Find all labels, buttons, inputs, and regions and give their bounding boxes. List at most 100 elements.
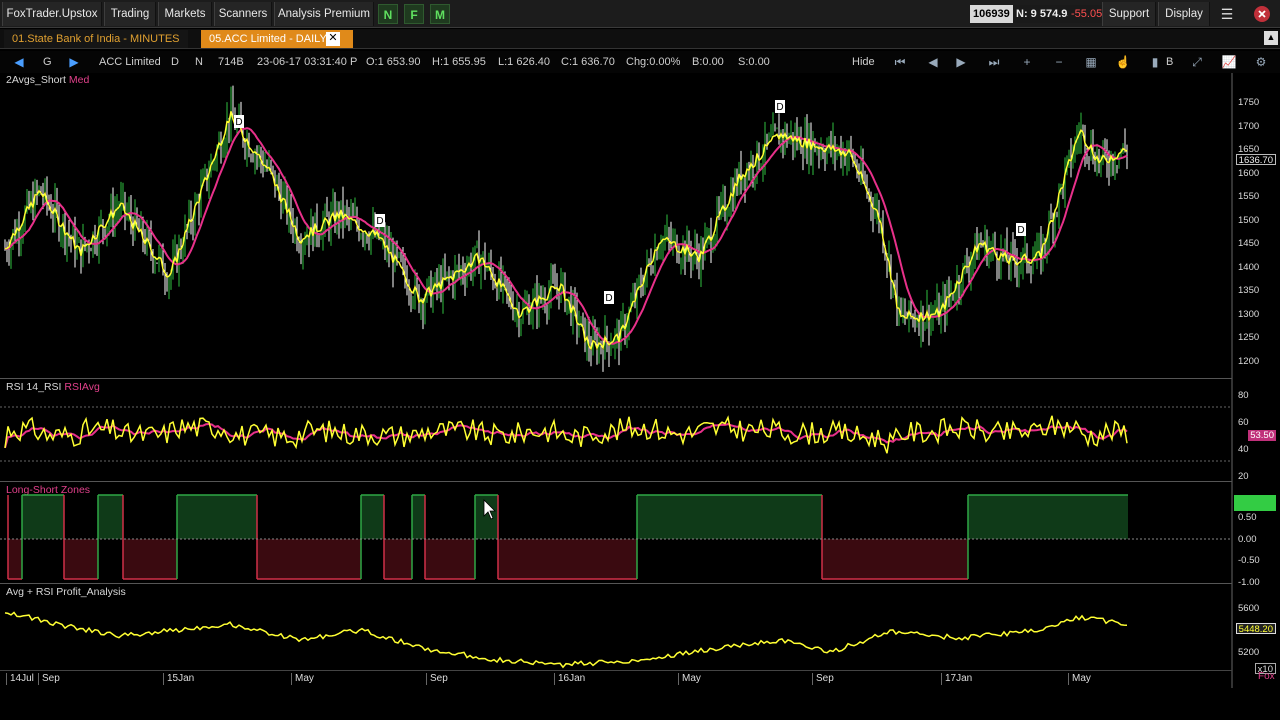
- separator[interactable]: [0, 583, 1232, 584]
- d-button[interactable]: D: [171, 54, 179, 70]
- long-zone: [475, 495, 498, 539]
- m-button[interactable]: M: [430, 4, 450, 24]
- s-label: S:0.00: [738, 56, 770, 68]
- close-icon[interactable]: [1250, 2, 1274, 26]
- axis-tick-label: -1.00: [1238, 576, 1260, 588]
- chart-tabs: 01.State Bank of India - MINUTES 05.ACC …: [0, 29, 1280, 49]
- tab-sbi-minutes[interactable]: 01.State Bank of India - MINUTES: [4, 30, 188, 48]
- axis-tick-label: 5600: [1238, 603, 1260, 614]
- top-menu-bar: FoxTrader.Upstox Trading Markets Scanner…: [0, 0, 1280, 28]
- price-last-label: 1636.70: [1235, 154, 1276, 166]
- long-short-zones: [7, 494, 1128, 580]
- b-label: B:0.00: [692, 56, 724, 68]
- n-button-chart[interactable]: N: [195, 54, 203, 70]
- hide-button[interactable]: Hide: [852, 54, 875, 70]
- zoom-in-icon[interactable]: +: [1018, 53, 1036, 71]
- time-tick-label: May: [1068, 673, 1091, 685]
- display-button[interactable]: Display: [1158, 2, 1210, 26]
- price-line: [4, 111, 1128, 351]
- zones-current-marker: [1234, 495, 1276, 511]
- avg-line: [4, 127, 1128, 345]
- axis-tick-label: 1400: [1238, 261, 1260, 273]
- separator[interactable]: [0, 378, 1232, 379]
- n-button[interactable]: N: [378, 4, 398, 24]
- rsi-last-label: 53.50: [1248, 430, 1276, 441]
- axis-tick-label: 40: [1238, 444, 1249, 455]
- d-marker-label: D: [376, 216, 383, 227]
- axis-tick-label: 1600: [1238, 167, 1260, 179]
- back-arrow-icon[interactable]: ◀: [10, 53, 28, 71]
- symbol-name[interactable]: ACC Limited: [99, 54, 161, 70]
- tab-dropdown-icon[interactable]: ▲: [1264, 31, 1278, 45]
- axis-tick-label: 1300: [1238, 308, 1260, 320]
- chart-canvas[interactable]: D D D D D: [0, 73, 1280, 693]
- long-zone: [968, 495, 1128, 539]
- short-zone: [64, 539, 98, 579]
- grid-icon[interactable]: ▦: [1082, 53, 1100, 71]
- axis-tick-label: 80: [1238, 390, 1249, 401]
- next-page-icon[interactable]: ▶: [952, 53, 970, 71]
- menu-scanners[interactable]: Scanners: [214, 2, 272, 26]
- forward-arrow-icon[interactable]: ▶: [65, 53, 83, 71]
- axis-tick-label: 1350: [1238, 285, 1260, 296]
- axis-tick-label: 1700: [1238, 120, 1260, 132]
- menu-markets[interactable]: Markets: [158, 2, 212, 26]
- long-zone: [637, 495, 822, 539]
- axis-tick-label: 0.50: [1238, 512, 1257, 523]
- support-button[interactable]: Support: [1102, 2, 1156, 26]
- time-tick-label: 15Jan: [163, 673, 194, 685]
- b-toggle-button[interactable]: B: [1166, 54, 1173, 70]
- brand-button[interactable]: FoxTrader.Upstox: [2, 2, 102, 26]
- hamburger-menu-icon[interactable]: ☰: [1214, 2, 1240, 26]
- short-zone: [8, 539, 22, 579]
- time-tick-label: Sep: [812, 673, 834, 685]
- short-zone: [822, 539, 968, 579]
- axis-tick-label: 1750: [1238, 97, 1260, 108]
- time-tick-label: Sep: [426, 673, 448, 685]
- d-marker-label: D: [235, 117, 242, 128]
- high-label: H:1 655.95: [432, 56, 486, 68]
- menu-trading[interactable]: Trading: [104, 2, 156, 26]
- axis-tick-label: 1500: [1238, 214, 1260, 226]
- time-tick-label: May: [291, 673, 314, 685]
- candle-icon[interactable]: ▮: [1146, 53, 1164, 71]
- separator[interactable]: [0, 481, 1232, 482]
- code-label: 714B: [218, 56, 244, 68]
- prev-page-icon[interactable]: ◀: [924, 53, 942, 71]
- g-button[interactable]: G: [43, 54, 52, 70]
- separator: [0, 670, 1232, 671]
- rsi-line: [4, 415, 1128, 454]
- short-zone: [123, 539, 177, 579]
- f-button[interactable]: F: [404, 4, 424, 24]
- axis-tick-label: 5200: [1238, 647, 1260, 658]
- axis-tick-label: -0.50: [1238, 555, 1260, 566]
- axis-tick-label: 20: [1238, 471, 1249, 482]
- axis-tick-label: 0.00: [1238, 533, 1257, 545]
- axis-tick-label: 1550: [1238, 191, 1260, 202]
- zoom-out-icon[interactable]: −: [1050, 53, 1068, 71]
- short-zone: [498, 539, 637, 579]
- axis-tick-label: 1450: [1238, 238, 1260, 249]
- menu-analysis-premium[interactable]: Analysis Premium: [274, 2, 374, 26]
- close-tab-icon[interactable]: ✕: [326, 32, 340, 46]
- low-label: L:1 626.40: [498, 56, 550, 68]
- time-tick-label: 17Jan: [941, 673, 972, 685]
- time-tick-label: 16Jan: [554, 673, 585, 685]
- d-markers: D D D D D: [234, 100, 1026, 304]
- settings-gear-icon[interactable]: ⚙: [1252, 53, 1270, 71]
- profit-last-label: 5448.20: [1235, 623, 1276, 635]
- d-marker-label: D: [605, 293, 612, 304]
- d-marker-label: D: [1017, 225, 1024, 236]
- expand-icon[interactable]: ⤢: [1188, 53, 1206, 71]
- profit-line: [4, 611, 1128, 669]
- pointer-icon[interactable]: ☝: [1114, 53, 1132, 71]
- footer-text: Fox: [1258, 671, 1275, 682]
- long-zone: [98, 495, 123, 539]
- last-page-icon[interactable]: ⏭: [985, 53, 1003, 71]
- change-label: Chg:0.00%: [626, 56, 681, 68]
- first-page-icon[interactable]: ⏮: [891, 53, 909, 71]
- line-chart-icon[interactable]: 📈: [1220, 53, 1238, 71]
- ticker-value: N: 9 574.95: [1013, 5, 1077, 23]
- d-marker-label: D: [776, 102, 783, 113]
- time-tick-label: May: [678, 673, 701, 685]
